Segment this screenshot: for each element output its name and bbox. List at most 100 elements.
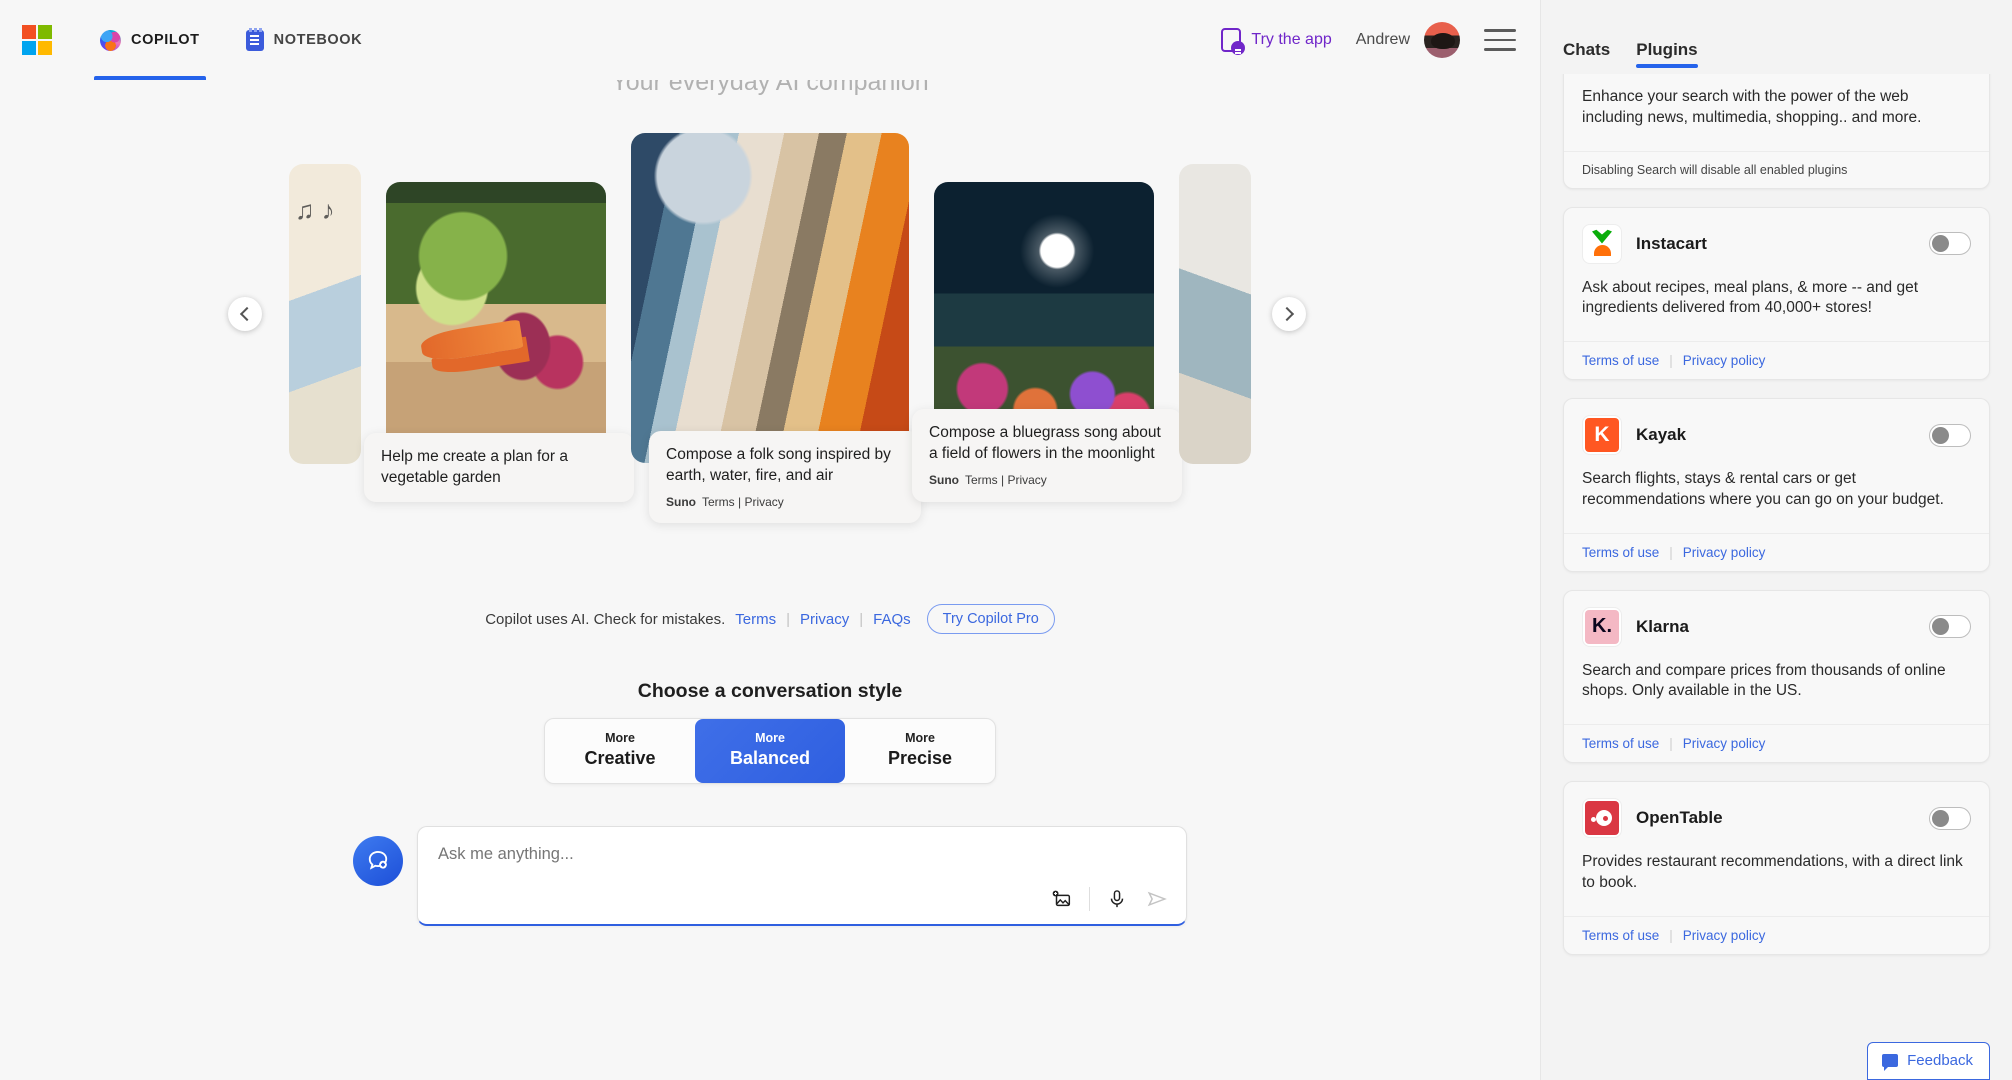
style-label: Creative — [569, 748, 671, 769]
link-faqs[interactable]: FAQs — [873, 611, 911, 628]
plugins-list[interactable]: Search Enhance your search with the powe… — [1541, 74, 2012, 1080]
card-attribution: SunoTerms | Privacy — [929, 472, 1165, 488]
top-bar: COPILOT NOTEBOOK Try the app Andrew — [0, 0, 1540, 80]
attribution-links[interactable]: Terms | Privacy — [965, 473, 1047, 487]
microsoft-logo[interactable] — [22, 25, 52, 55]
plugin-toggle-klarna[interactable] — [1929, 615, 1971, 638]
style-option-balanced[interactable]: More Balanced — [695, 719, 845, 783]
style-label: Precise — [869, 748, 971, 769]
carousel-next-button[interactable] — [1272, 297, 1306, 331]
instacart-icon — [1582, 224, 1622, 264]
plugin-toggle-opentable[interactable] — [1929, 807, 1971, 830]
tab-copilot[interactable]: COPILOT — [94, 0, 206, 80]
card-caption-text: Compose a folk song inspired by earth, w… — [666, 445, 904, 487]
disclaimer-text: Copilot uses AI. Check for mistakes. — [485, 611, 725, 628]
chat-input-box[interactable]: Ask me anything... — [417, 826, 1187, 926]
plugin-toggle-kayak[interactable] — [1929, 424, 1971, 447]
mobile-app-icon — [1221, 28, 1241, 52]
plugin-name: Instacart — [1636, 234, 1707, 254]
divider: | — [859, 611, 863, 628]
avatar — [1424, 22, 1460, 58]
plugin-card-kayak: K Kayak Search flights, stays & rental c… — [1563, 398, 1990, 572]
tab-chats[interactable]: Chats — [1563, 40, 1610, 74]
tab-plugins[interactable]: Plugins — [1636, 40, 1697, 74]
privacy-policy-link[interactable]: Privacy policy — [1683, 545, 1766, 560]
right-sidebar: Chats Plugins Search Enhance your search… — [1540, 0, 2012, 1080]
plugin-description: Provides restaurant recommendations, wit… — [1564, 844, 1989, 916]
plugin-footer: Terms of use | Privacy policy — [1564, 341, 1989, 379]
suggestion-carousel: Help me create a plan for a vegetable ga… — [0, 139, 1540, 489]
plugin-description: Enhance your search with the power of th… — [1564, 79, 1989, 151]
carousel-card[interactable] — [289, 164, 361, 464]
plugin-card-instacart: Instacart Ask about recipes, meal plans,… — [1563, 207, 1990, 381]
carousel-prev-button[interactable] — [228, 297, 262, 331]
hamburger-menu-icon[interactable] — [1484, 29, 1516, 51]
carousel-card[interactable]: Compose a bluegrass song about a field o… — [934, 182, 1154, 447]
terms-of-use-link[interactable]: Terms of use — [1582, 545, 1659, 560]
tab-notebook[interactable]: NOTEBOOK — [240, 0, 369, 80]
plugin-toggle-instacart[interactable] — [1929, 232, 1971, 255]
plugin-footer: Terms of use | Privacy policy — [1564, 533, 1989, 571]
style-prefix: More — [869, 731, 971, 746]
plugin-card-opentable: OpenTable Provides restaurant recommenda… — [1563, 781, 1990, 955]
kayak-icon-text: K — [1585, 418, 1619, 452]
add-image-icon[interactable] — [1049, 886, 1075, 912]
link-terms[interactable]: Terms — [735, 611, 776, 628]
carousel-card[interactable] — [1179, 164, 1251, 464]
terms-of-use-link[interactable]: Terms of use — [1582, 928, 1659, 943]
composer: Ask me anything... — [0, 826, 1540, 926]
card-image-flowers — [934, 182, 1154, 447]
try-the-app-button[interactable]: Try the app — [1221, 28, 1331, 52]
plugin-description: Ask about recipes, meal plans, & more --… — [1564, 270, 1989, 342]
feedback-button[interactable]: Feedback — [1867, 1042, 1990, 1080]
plugin-name: Kayak — [1636, 425, 1686, 445]
new-topic-button[interactable] — [353, 836, 403, 886]
top-bar-right: Try the app Andrew — [1221, 22, 1516, 58]
carousel-card[interactable]: Help me create a plan for a vegetable ga… — [386, 182, 606, 447]
carousel-card[interactable]: Compose a folk song inspired by earth, w… — [631, 133, 909, 463]
terms-of-use-link[interactable]: Terms of use — [1582, 353, 1659, 368]
card-caption: Help me create a plan for a vegetable ga… — [364, 433, 634, 502]
attribution-brand: Suno — [666, 495, 696, 509]
privacy-policy-link[interactable]: Privacy policy — [1683, 928, 1766, 943]
user-account[interactable]: Andrew — [1356, 22, 1460, 58]
divider — [1089, 887, 1090, 911]
card-image-garden — [386, 182, 606, 447]
terms-of-use-link[interactable]: Terms of use — [1582, 736, 1659, 751]
card-image-music — [289, 164, 361, 464]
card-image-elements — [631, 133, 909, 463]
card-caption-text: Compose a bluegrass song about a field o… — [929, 423, 1165, 465]
main-column: COPILOT NOTEBOOK Try the app Andrew — [0, 0, 1540, 1080]
username-label: Andrew — [1356, 31, 1410, 49]
try-copilot-pro-button[interactable]: Try Copilot Pro — [927, 604, 1055, 634]
chevron-right-icon — [1280, 307, 1294, 321]
plugin-name: OpenTable — [1636, 808, 1723, 828]
privacy-policy-link[interactable]: Privacy policy — [1683, 353, 1766, 368]
plugin-header: K Kayak — [1564, 399, 1989, 461]
plugin-name: Klarna — [1636, 617, 1689, 637]
card-image-misc — [1179, 164, 1251, 464]
card-attribution: Suno Terms | Privacy — [666, 494, 904, 510]
feedback-label: Feedback — [1907, 1052, 1973, 1069]
klarna-icon-text: K. — [1585, 610, 1619, 644]
style-prefix: More — [719, 731, 821, 746]
composer-actions — [1049, 886, 1170, 912]
card-caption: Compose a bluegrass song about a field o… — [912, 409, 1182, 501]
opentable-icon — [1582, 798, 1622, 838]
style-option-precise[interactable]: More Precise — [845, 719, 995, 783]
microphone-icon[interactable] — [1104, 886, 1130, 912]
style-option-creative[interactable]: More Creative — [545, 719, 695, 783]
new-chat-icon — [365, 848, 391, 874]
feedback-icon — [1882, 1054, 1898, 1067]
try-the-app-label: Try the app — [1251, 31, 1331, 49]
plugin-description: Search and compare prices from thousands… — [1564, 653, 1989, 725]
tab-copilot-label: COPILOT — [131, 32, 200, 48]
link-privacy[interactable]: Privacy — [800, 611, 849, 628]
send-icon[interactable] — [1144, 886, 1170, 912]
plugin-header: K. Klarna — [1564, 591, 1989, 653]
chevron-left-icon — [240, 307, 254, 321]
privacy-policy-link[interactable]: Privacy policy — [1683, 736, 1766, 751]
attribution-links[interactable]: Terms | Privacy — [702, 495, 784, 509]
chat-input-placeholder: Ask me anything... — [438, 845, 1166, 864]
plugin-note: Disabling Search will disable all enable… — [1564, 151, 1989, 188]
